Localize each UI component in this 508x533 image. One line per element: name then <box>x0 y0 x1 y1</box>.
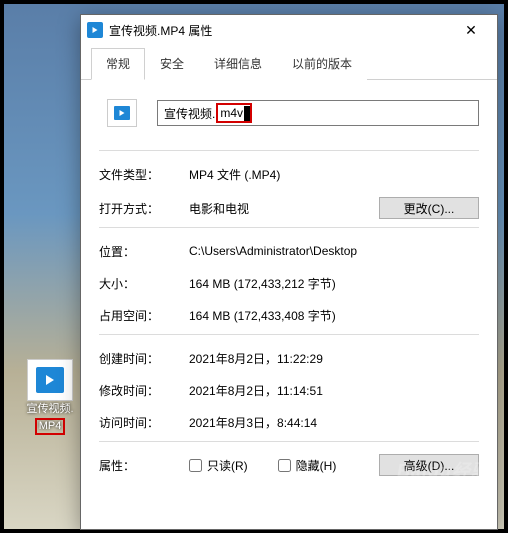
readonly-checkbox-label[interactable]: 只读(R) <box>189 457 248 474</box>
dialog-title: 宣传视频.MP4 属性 <box>109 22 451 39</box>
advanced-button[interactable]: 高级(D)... <box>379 454 479 476</box>
filename-base: 宣传视频. <box>164 105 215 122</box>
label-openwith: 打开方式： <box>99 200 189 217</box>
desktop-icon-label: 宣传视频. <box>26 403 73 416</box>
label-filetype: 文件类型： <box>99 166 189 183</box>
filename-input[interactable]: 宣传视频.m4v <box>157 100 479 126</box>
divider <box>99 334 479 335</box>
tab-strip: 常规 安全 详细信息 以前的版本 <box>81 47 497 80</box>
label-sizeondisk: 占用空间： <box>99 307 189 324</box>
desktop-icon-ext: MP4 <box>35 418 66 435</box>
hidden-checkbox[interactable] <box>278 459 291 472</box>
value-filetype: MP4 文件 (.MP4) <box>189 166 479 183</box>
video-file-icon <box>27 359 73 401</box>
value-location: C:\Users\Administrator\Desktop <box>189 244 479 258</box>
value-openwith: 电影和电视 <box>189 200 379 217</box>
change-button[interactable]: 更改(C)... <box>379 197 479 219</box>
titlebar[interactable]: 宣传视频.MP4 属性 ✕ <box>81 15 497 45</box>
label-location: 位置： <box>99 243 189 260</box>
label-modified: 修改时间： <box>99 382 189 399</box>
close-button[interactable]: ✕ <box>451 16 491 44</box>
dialog-body: 宣传视频.m4v 文件类型： MP4 文件 (.MP4) 打开方式： 电影和电视… <box>81 80 497 529</box>
value-sizeondisk: 164 MB (172,433,408 字节) <box>189 307 479 324</box>
value-modified: 2021年8月2日，11:14:51 <box>189 382 479 399</box>
divider <box>99 227 479 228</box>
video-file-icon <box>87 22 103 38</box>
label-accessed: 访问时间： <box>99 414 189 431</box>
text-cursor <box>244 106 250 121</box>
label-attributes: 属性： <box>99 457 189 474</box>
tab-previous-versions[interactable]: 以前的版本 <box>277 48 367 80</box>
divider <box>99 441 479 442</box>
label-created: 创建时间： <box>99 350 189 367</box>
close-icon: ✕ <box>465 22 477 39</box>
value-accessed: 2021年8月3日，8:44:14 <box>189 414 479 431</box>
label-size: 大小： <box>99 275 189 292</box>
properties-dialog: 宣传视频.MP4 属性 ✕ 常规 安全 详细信息 以前的版本 宣传视频.m4v <box>80 14 498 530</box>
readonly-checkbox[interactable] <box>189 459 202 472</box>
tab-general[interactable]: 常规 <box>91 48 145 80</box>
value-created: 2021年8月2日，11:22:29 <box>189 350 479 367</box>
desktop-file-icon[interactable]: 宣传视频. MP4 <box>22 359 78 435</box>
value-size: 164 MB (172,433,212 字节) <box>189 275 479 292</box>
filename-ext-highlight: m4v <box>216 103 252 123</box>
file-type-icon <box>103 94 141 132</box>
divider <box>99 150 479 151</box>
hidden-checkbox-label[interactable]: 隐藏(H) <box>278 457 337 474</box>
tab-security[interactable]: 安全 <box>145 48 199 80</box>
tab-details[interactable]: 详细信息 <box>199 48 277 80</box>
